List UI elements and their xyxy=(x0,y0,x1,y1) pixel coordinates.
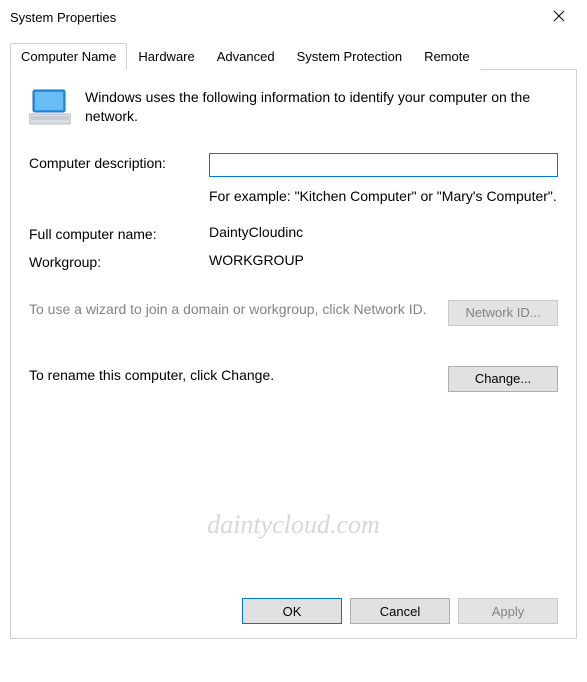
tab-panel-computer-name: Windows uses the following information t… xyxy=(10,69,577,639)
tab-system-protection[interactable]: System Protection xyxy=(286,43,414,70)
apply-button: Apply xyxy=(458,598,558,624)
workgroup-value: WORKGROUP xyxy=(209,252,558,268)
fullname-value: DaintyCloudinc xyxy=(209,224,558,240)
intro-text: Windows uses the following information t… xyxy=(85,88,558,131)
computer-icon xyxy=(29,88,71,131)
change-button[interactable]: Change... xyxy=(448,366,558,392)
tab-computer-name[interactable]: Computer Name xyxy=(10,43,127,70)
description-label: Computer description: xyxy=(29,153,209,171)
tab-advanced[interactable]: Advanced xyxy=(206,43,286,70)
wizard-hint-text: To use a wizard to join a domain or work… xyxy=(29,300,436,319)
description-example: For example: "Kitchen Computer" or "Mary… xyxy=(209,187,558,206)
description-input[interactable] xyxy=(209,153,558,177)
network-id-button: Network ID... xyxy=(448,300,558,326)
fullname-label: Full computer name: xyxy=(29,224,209,242)
cancel-button[interactable]: Cancel xyxy=(350,598,450,624)
tab-strip: Computer Name Hardware Advanced System P… xyxy=(10,43,577,70)
ok-button[interactable]: OK xyxy=(242,598,342,624)
watermark-text: daintycloud.com xyxy=(11,510,576,540)
window-title: System Properties xyxy=(10,10,116,25)
workgroup-label: Workgroup: xyxy=(29,252,209,270)
tab-hardware[interactable]: Hardware xyxy=(127,43,205,70)
rename-hint-text: To rename this computer, click Change. xyxy=(29,366,436,385)
close-icon xyxy=(553,10,565,25)
tab-remote[interactable]: Remote xyxy=(413,43,481,70)
close-button[interactable] xyxy=(539,3,579,31)
